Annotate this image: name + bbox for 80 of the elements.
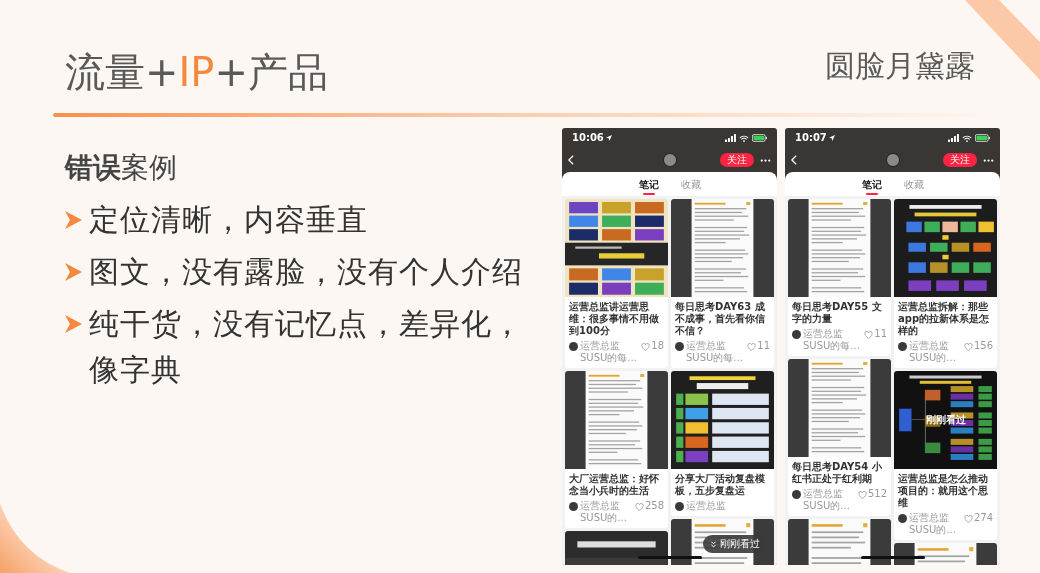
like-count: 156 bbox=[973, 340, 993, 352]
location-arrow-icon bbox=[605, 135, 612, 141]
profile-avatar[interactable] bbox=[662, 153, 677, 167]
author-avatar bbox=[792, 329, 801, 339]
note-title: 运营总监讲运营思维：很多事情不用做到100分 bbox=[568, 300, 660, 337]
heart-icon[interactable] bbox=[641, 343, 651, 351]
like-count: 11 bbox=[874, 328, 887, 340]
double-chevron-down-icon bbox=[710, 540, 717, 548]
status-time: 10:06 bbox=[572, 132, 604, 144]
signal-bars-icon bbox=[725, 134, 736, 142]
signal-bars-icon bbox=[948, 134, 959, 142]
author-avatar bbox=[898, 341, 907, 351]
profile-tab[interactable]: 笔记 bbox=[638, 178, 659, 196]
author-avatar bbox=[675, 501, 684, 511]
recently-viewed-label: 刚刚看过 bbox=[925, 414, 966, 426]
back-icon[interactable] bbox=[791, 155, 797, 165]
author-name: 圆脸月黛露 bbox=[825, 47, 975, 85]
profile-tab[interactable]: 笔记 bbox=[861, 178, 882, 196]
more-icon[interactable] bbox=[760, 158, 771, 162]
note-title: 运营总监拆解：那些app的拉新体系是怎样的 bbox=[897, 300, 991, 337]
wifi-icon bbox=[739, 134, 749, 142]
arrow-bullet-icon bbox=[65, 211, 82, 229]
author-avatar bbox=[569, 341, 578, 351]
note-title: 每日思考DAY55 文字的力量 bbox=[791, 300, 883, 325]
wifi-icon bbox=[962, 134, 972, 142]
profile-avatar[interactable] bbox=[885, 153, 900, 167]
location-arrow-icon bbox=[828, 135, 835, 141]
note-title: 每日思考DAY54 小红书正处于红利期 bbox=[791, 460, 883, 485]
arrow-bullet-icon bbox=[65, 315, 82, 333]
section-heading: 错误案例 bbox=[65, 150, 178, 186]
author-avatar bbox=[792, 489, 801, 499]
follow-button[interactable]: 关注 bbox=[943, 153, 977, 167]
note-card[interactable]: 分享大厂活动复盘模板，五步复盘运 运营总监 bbox=[671, 371, 774, 516]
note-title: 分享大厂活动复盘模板，五步复盘运 bbox=[674, 472, 766, 497]
arrow-bullet-icon bbox=[65, 263, 82, 281]
author-name: 运营总监SUSU的... bbox=[909, 512, 957, 536]
heart-icon[interactable] bbox=[963, 515, 973, 523]
heart-icon[interactable] bbox=[864, 331, 874, 339]
note-card[interactable]: 刚刚看过 运营总监是怎么推动项目的：就用这个思维 运营总监SUSU的... 274 bbox=[894, 371, 997, 540]
author-name: 运营总监SUSU的... bbox=[580, 500, 628, 524]
author-avatar bbox=[569, 501, 578, 511]
note-card[interactable]: 运营总监拆解：那些app的拉新体系是怎样的 运营总监SUSU的... 156 bbox=[894, 199, 997, 368]
author-name: 运营总监SUSU的每... bbox=[686, 340, 744, 364]
corner-glow bbox=[0, 503, 70, 573]
author-name: 运营总监SUSU的... bbox=[909, 340, 957, 364]
note-title: 运营总监是怎么推动项目的：就用这个思维 bbox=[897, 472, 989, 509]
author-avatar bbox=[898, 513, 907, 523]
battery-icon bbox=[752, 134, 767, 142]
note-title: 大厂运营总监：好怀念当小兵时的生活 bbox=[568, 472, 660, 497]
like-count: 258 bbox=[644, 500, 664, 512]
bullet-text: 定位清晰，内容垂直 bbox=[89, 201, 369, 239]
note-card[interactable]: 每日思考DAY63 成不成事，首先看你信不信？ 运营总监SUSU的每... 11 bbox=[671, 199, 774, 368]
bullet-text: 纯干货，没有记忆点，差异化，像字典 bbox=[89, 305, 524, 389]
back-icon[interactable] bbox=[568, 155, 574, 165]
author-name: 运营总监SUSU的... bbox=[803, 488, 851, 512]
home-indicator bbox=[860, 556, 925, 559]
like-count: 18 bbox=[651, 340, 664, 352]
status-time: 10:07 bbox=[795, 132, 827, 144]
home-indicator bbox=[637, 556, 702, 559]
author-name: 运营总监 bbox=[686, 500, 727, 512]
like-count: 11 bbox=[757, 340, 770, 352]
bullet-text: 图文，没有露脸，没有个人介绍 bbox=[89, 253, 524, 291]
note-card[interactable]: 运营总监讲运营思维：很多事情不用做到100分 运营总监SUSU的每... 18 bbox=[565, 199, 668, 368]
like-count: 512 bbox=[867, 488, 887, 500]
note-title: 每日思考DAY63 成不成事，首先看你信不信？ bbox=[674, 300, 766, 337]
like-count: 274 bbox=[973, 512, 993, 524]
note-card[interactable]: 每日思考DAY54 小红书正处于红利期 运营总监SUSU的... 512 bbox=[788, 359, 891, 516]
slide-title: 流量+IP+产品 bbox=[65, 48, 328, 96]
author-avatar bbox=[675, 341, 684, 351]
heart-icon[interactable] bbox=[857, 491, 867, 499]
heart-icon[interactable] bbox=[747, 343, 757, 351]
battery-icon bbox=[975, 134, 990, 142]
heart-icon[interactable] bbox=[963, 343, 973, 351]
note-card[interactable]: 大厂运营总监：好怀念当小兵时的生活 运营总监SUSU的... 258 bbox=[565, 371, 668, 528]
author-name: 运营总监SUSU的每... bbox=[803, 328, 861, 352]
heart-icon[interactable] bbox=[634, 503, 644, 511]
note-card[interactable]: 每日思考DAY55 文字的力量 运营总监SUSU的每... 11 bbox=[788, 199, 891, 356]
author-name: 运营总监SUSU的每... bbox=[580, 340, 638, 364]
follow-button[interactable]: 关注 bbox=[720, 153, 754, 167]
more-icon[interactable] bbox=[983, 158, 994, 162]
